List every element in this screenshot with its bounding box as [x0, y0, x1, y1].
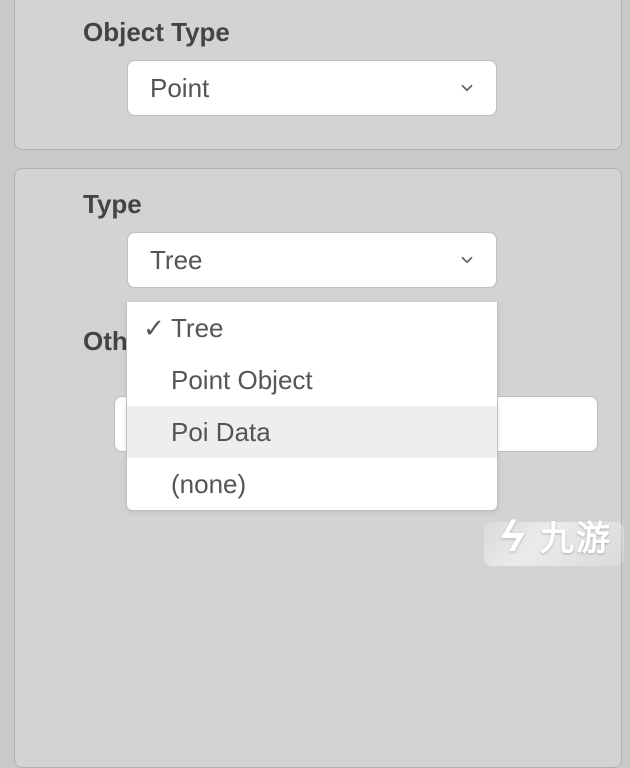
type-dropdown-item-poi-data[interactable]: Poi Data: [127, 406, 497, 458]
type-dropdown-item-tree[interactable]: ✓ Tree: [127, 302, 497, 354]
type-dropdown[interactable]: ✓ Tree Point Object Poi Data (none): [126, 302, 498, 511]
chevron-down-icon: [458, 79, 476, 97]
type-dropdown-item-none[interactable]: (none): [127, 458, 497, 510]
dropdown-item-label: (none): [167, 469, 246, 500]
check-icon: ✓: [141, 313, 167, 344]
object-type-select-value: Point: [150, 73, 458, 104]
type-dropdown-item-point-object[interactable]: Point Object: [127, 354, 497, 406]
object-type-select[interactable]: Point: [127, 60, 497, 116]
type-label: Type: [83, 189, 621, 220]
dropdown-item-label: Poi Data: [167, 417, 271, 448]
object-type-label: Object Type: [83, 17, 621, 48]
type-select[interactable]: Tree: [127, 232, 497, 288]
dropdown-item-label: Point Object: [167, 365, 313, 396]
object-type-panel: Object Type Point: [14, 0, 622, 150]
chevron-down-icon: [458, 251, 476, 269]
dropdown-item-label: Tree: [167, 313, 224, 344]
type-select-value: Tree: [150, 245, 458, 276]
